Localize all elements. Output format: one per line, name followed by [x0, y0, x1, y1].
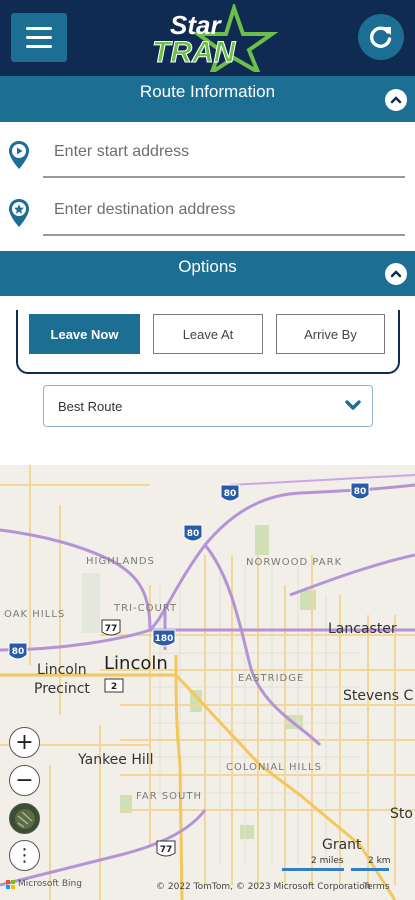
menu-button[interactable] — [11, 13, 67, 62]
trip-planner-screen: Star TRAN Route Information Enter start … — [0, 0, 415, 900]
chevron-up-icon — [390, 270, 402, 278]
scale-miles-label: 2 miles — [311, 856, 344, 866]
zoom-out-button[interactable]: − — [9, 765, 40, 796]
start-pin-icon — [9, 141, 29, 169]
chevron-up-icon — [390, 96, 402, 104]
i80-shield-c: 80 — [183, 524, 203, 542]
svg-text:77: 77 — [160, 845, 173, 855]
map-label-yankee-hill: Yankee Hill — [78, 752, 154, 768]
arrive-by-button[interactable]: Arrive By — [276, 314, 385, 354]
map-label-far-south: FAR SOUTH — [136, 791, 202, 802]
svg-text:80: 80 — [224, 489, 237, 499]
plus-icon: + — [15, 729, 34, 755]
svg-text:2: 2 — [111, 682, 117, 692]
refresh-button[interactable] — [358, 14, 404, 60]
provider-text: Microsoft Bing — [18, 879, 82, 889]
collapse-route-button[interactable] — [385, 89, 407, 111]
map-label-oak-hills: OAK HILLS — [4, 609, 66, 620]
map-label-stevens-creek: Stevens C — [343, 688, 414, 704]
collapse-options-button[interactable] — [385, 263, 407, 285]
destination-address-input[interactable] — [43, 186, 405, 236]
hamburger-icon-line — [26, 45, 52, 48]
scale-miles-bar — [282, 868, 344, 871]
map-label-lincoln-precinct-1: Lincoln — [37, 662, 87, 678]
leave-at-button[interactable]: Leave At — [153, 314, 263, 354]
destination-pin-icon — [9, 199, 29, 227]
kebab-menu-icon: ⋮ — [15, 844, 34, 866]
i180-shield: 180 — [152, 629, 176, 647]
leave-now-button[interactable]: Leave Now — [29, 314, 140, 354]
route-information-header[interactable]: Route Information — [0, 76, 415, 122]
route-type-select[interactable]: Best Route — [43, 385, 373, 427]
logo-text-bottom: TRAN — [152, 36, 237, 69]
us77-shield-a: 77 — [101, 619, 121, 636]
scale-km-label: 2 km — [368, 856, 391, 866]
map-label-stockton: Sto — [390, 806, 413, 822]
bing-attribution: Microsoft Bing — [6, 879, 82, 889]
i80-shield-d: 80 — [8, 642, 28, 660]
map-label-lincoln-precinct-2: Precinct — [34, 681, 90, 697]
i80-shield-b: 80 — [350, 482, 370, 500]
map-style-button[interactable] — [9, 803, 40, 834]
map-label-lancaster: Lancaster — [328, 621, 397, 637]
svg-text:77: 77 — [105, 624, 118, 634]
top-bar: Star TRAN — [0, 0, 415, 76]
map-label-grant: Grant — [322, 837, 362, 853]
start-address-input[interactable] — [43, 128, 405, 178]
svg-text:80: 80 — [12, 647, 25, 657]
map-copyright: © 2022 TomTom, © 2023 Microsoft Corporat… — [156, 882, 371, 892]
options-header[interactable]: Options — [0, 251, 415, 296]
map-label-highlands: HIGHLANDS — [86, 556, 155, 567]
map-label-eastridge: EASTRIDGE — [238, 673, 305, 684]
route-type-value: Best Route — [58, 398, 123, 414]
scale-km-bar — [351, 868, 389, 871]
route-information-title: Route Information — [139, 82, 276, 101]
start-address-row — [0, 124, 415, 182]
map-label-norwood-park: NORWOOD PARK — [246, 557, 343, 568]
options-title: Options — [178, 257, 237, 276]
hamburger-icon-line — [26, 36, 52, 39]
svg-text:80: 80 — [187, 529, 200, 539]
hamburger-icon-line — [26, 27, 52, 30]
startran-logo: Star TRAN — [152, 4, 278, 72]
map-label-tri-court: TRI-COURT — [114, 603, 178, 614]
us77-shield-b: 77 — [156, 840, 176, 857]
minus-icon: − — [15, 767, 34, 793]
map-view[interactable]: 80 80 80 80 180 77 77 2 HIGHLANDS NORWOO… — [0, 465, 415, 900]
aerial-layer-icon — [14, 808, 35, 829]
zoom-in-button[interactable]: + — [9, 727, 40, 758]
microsoft-logo-icon — [6, 879, 15, 889]
refresh-icon — [369, 26, 392, 48]
more-options-button[interactable]: ⋮ — [9, 840, 40, 871]
map-label-lincoln: Lincoln — [104, 653, 168, 674]
i80-shield-a: 80 — [220, 484, 240, 502]
svg-text:180: 180 — [155, 634, 174, 644]
map-terms-link[interactable]: Terms — [363, 882, 390, 892]
chevron-down-icon — [345, 400, 361, 410]
destination-address-row — [0, 182, 415, 240]
ne2-shield: 2 — [104, 678, 124, 693]
svg-text:80: 80 — [354, 487, 367, 497]
map-label-colonial-hills: COLONIAL HILLS — [226, 762, 322, 773]
